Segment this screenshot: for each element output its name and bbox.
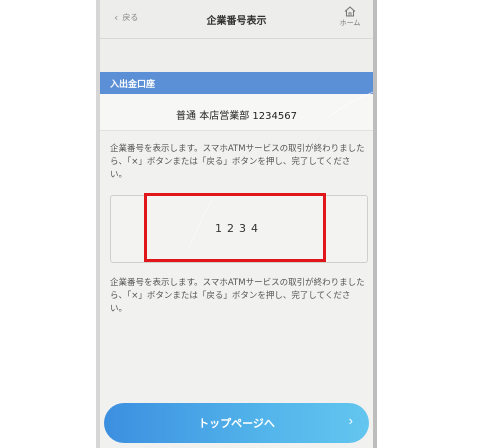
notice-text-bottom: 企業番号を表示します。スマホATMサービスの取引が終わりましたら、「×」ボタンま… — [110, 278, 365, 314]
top-page-button-label: トップページへ — [198, 418, 275, 430]
chevron-right-icon: › — [348, 413, 353, 428]
account-info: 普通 本店営業部 1234567 — [100, 94, 373, 131]
section-title: 入出金口座 — [110, 80, 156, 90]
account-text: 普通 本店営業部 1234567 — [176, 111, 297, 122]
top-page-button[interactable]: トップページへ › — [104, 403, 369, 443]
home-label: ホーム — [339, 19, 361, 27]
home-button[interactable]: ホーム — [335, 6, 365, 28]
home-icon — [344, 6, 356, 17]
page-title: 企業番号表示 — [206, 16, 267, 27]
device-edge-right — [373, 0, 377, 448]
highlight-frame — [144, 193, 326, 262]
header-spacer — [100, 39, 373, 72]
section-header: 入出金口座 — [100, 72, 373, 94]
notice-text-top: 企業番号を表示します。スマホATMサービスの取引が終わりましたら、「×」ボタンま… — [110, 144, 365, 180]
app-header: ‹ 戻る 企業番号表示 ホーム — [100, 0, 373, 39]
